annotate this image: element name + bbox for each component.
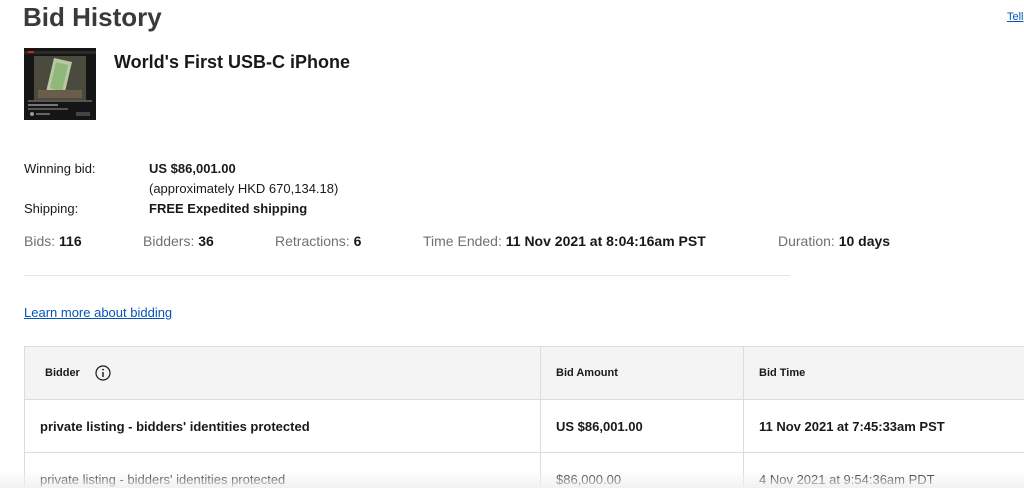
table-row: private listing - bidders' identities pr… xyxy=(25,453,1024,488)
item-title: World's First USB-C iPhone xyxy=(114,52,350,72)
stat-bids-label: Bids: xyxy=(24,233,56,249)
bid-history-page: Bid History Tell World's First USB-C iPh… xyxy=(0,0,1024,488)
winning-bid-label: Winning bid: xyxy=(24,161,96,176)
table-header-row: Bidder Bid Amount Bid Time xyxy=(25,347,1024,400)
shipping-label: Shipping: xyxy=(24,201,79,216)
stat-bids: Bids: 116 xyxy=(24,233,82,249)
stat-duration-value: 10 days xyxy=(838,233,891,249)
section-divider xyxy=(24,275,790,276)
video-thumbnail-image xyxy=(24,48,96,120)
stat-duration-label: Duration: xyxy=(778,233,835,249)
cell-bid-amount: US $86,001.00 xyxy=(541,400,744,452)
learn-more-link[interactable]: Learn more about bidding xyxy=(24,305,172,320)
stat-bidders-label: Bidders: xyxy=(143,233,195,249)
page-title: Bid History xyxy=(23,2,162,32)
cell-bid-time: 11 Nov 2021 at 7:45:33am PST xyxy=(759,418,945,434)
stat-retractions-value: 6 xyxy=(353,233,362,249)
item-thumbnail[interactable] xyxy=(24,48,96,120)
cell-bidder: private listing - bidders' identities pr… xyxy=(25,453,541,488)
stat-bidders-value: 36 xyxy=(198,233,214,249)
stat-retractions: Retractions: 6 xyxy=(275,233,361,249)
shipping-value: FREE Expedited shipping xyxy=(149,201,308,216)
winning-bid-converted: (approximately HKD 670,134.18) xyxy=(149,181,339,196)
winning-bid-value: US $86,001.00 xyxy=(149,161,236,176)
cell-bidder: private listing - bidders' identities pr… xyxy=(25,400,541,452)
stat-time-ended-value: 11 Nov 2021 at 8:04:16am PST xyxy=(505,233,706,249)
table-row: private listing - bidders' identities pr… xyxy=(25,400,1024,453)
stat-duration: Duration: 10 days xyxy=(778,233,890,249)
header-bidder: Bidder xyxy=(25,347,541,399)
cell-bid-time: 4 Nov 2021 at 9:54:36am PDT xyxy=(759,471,935,487)
tell-link[interactable]: Tell xyxy=(1007,11,1024,23)
stat-time-ended: Time Ended: 11 Nov 2021 at 8:04:16am PST xyxy=(423,233,706,249)
stat-time-ended-label: Time Ended: xyxy=(423,233,502,249)
stat-bids-value: 116 xyxy=(59,233,82,249)
header-bidder-label: Bidder xyxy=(45,367,80,379)
header-bid-amount: Bid Amount xyxy=(541,347,744,399)
info-icon[interactable] xyxy=(95,365,111,381)
header-bid-time: Bid Time xyxy=(759,367,806,379)
cell-bid-amount: $86,000.00 xyxy=(541,453,744,488)
stat-bidders: Bidders: 36 xyxy=(143,233,214,249)
stat-retractions-label: Retractions: xyxy=(275,233,350,249)
bid-history-table: Bidder Bid Amount Bid Time private listi… xyxy=(24,346,1024,488)
